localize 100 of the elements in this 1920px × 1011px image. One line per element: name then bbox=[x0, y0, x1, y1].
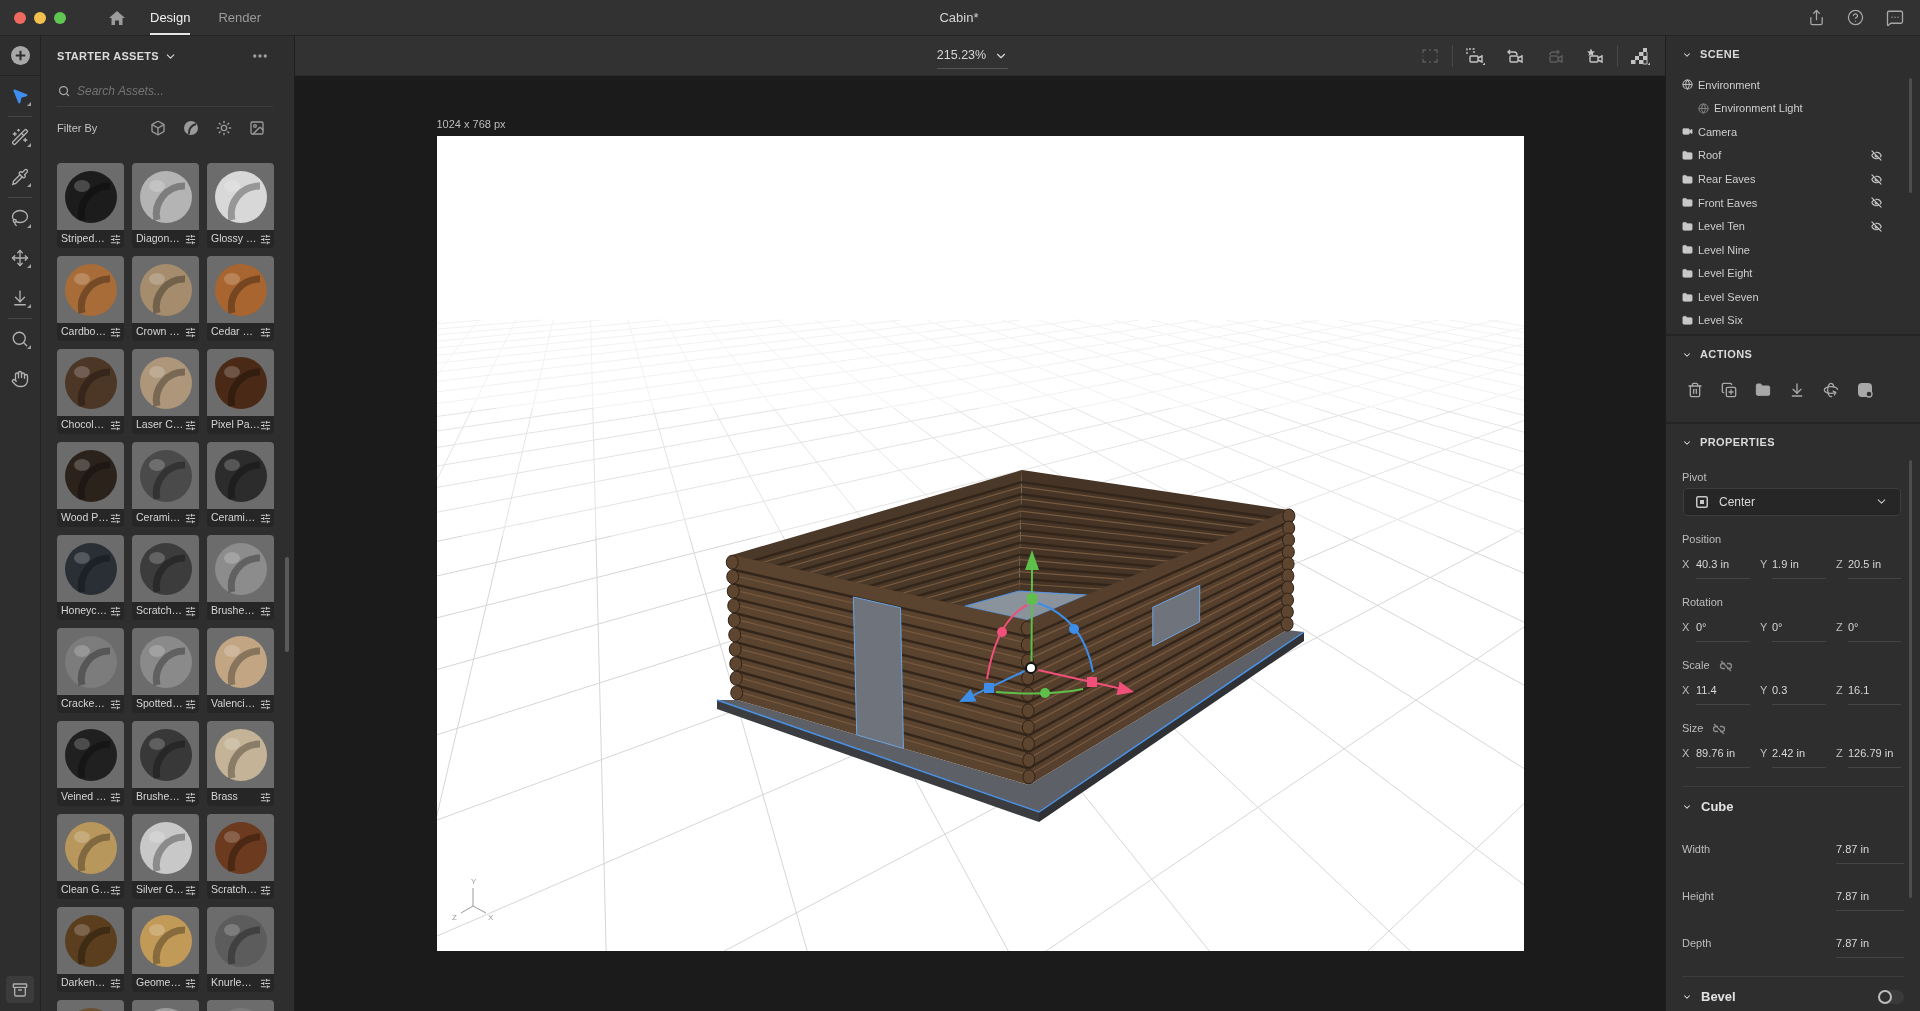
search-field[interactable]: Search Assets... bbox=[57, 76, 273, 107]
duplicate-icon[interactable] bbox=[1721, 381, 1737, 398]
asset-tile[interactable]: Pixel Pa… bbox=[207, 349, 274, 434]
arrow-down-icon[interactable] bbox=[11, 289, 29, 307]
sliders-icon[interactable] bbox=[110, 233, 121, 245]
asset-tile[interactable]: Cracke… bbox=[57, 628, 124, 713]
scrollbar-thumb[interactable] bbox=[285, 557, 289, 652]
scene-item[interactable]: Level Seven bbox=[1682, 285, 1904, 309]
asset-tile[interactable]: Brushe… bbox=[207, 535, 274, 620]
value-field[interactable]: 89.76 in bbox=[1696, 739, 1750, 768]
eye-off-icon[interactable] bbox=[1871, 173, 1882, 185]
magnifier-icon[interactable] bbox=[11, 330, 29, 348]
move-arrow[interactable] bbox=[1024, 550, 1039, 662]
section-header[interactable]: PROPERTIES bbox=[1682, 434, 1775, 451]
hand-icon[interactable] bbox=[11, 370, 29, 388]
minimize-button[interactable] bbox=[34, 11, 46, 24]
sliders-icon[interactable] bbox=[110, 791, 121, 803]
move-arrow[interactable] bbox=[1036, 669, 1134, 696]
asset-tile[interactable]: Cerami… bbox=[207, 442, 274, 527]
eye-off-icon[interactable] bbox=[1871, 197, 1882, 209]
floor-slab[interactable] bbox=[715, 630, 1305, 822]
sliders-icon[interactable] bbox=[260, 233, 271, 245]
add-icon[interactable] bbox=[10, 46, 30, 65]
value-field[interactable]: 16.1 bbox=[1848, 676, 1901, 705]
scrollbar-thumb[interactable] bbox=[1909, 78, 1912, 193]
sliders-icon[interactable] bbox=[185, 791, 196, 803]
asset-tile[interactable]: Honeyc… bbox=[57, 535, 124, 620]
close-button[interactable] bbox=[14, 11, 26, 24]
value-field[interactable]: 1.9 in bbox=[1772, 550, 1826, 579]
asset-tile[interactable]: Scratch… bbox=[132, 535, 199, 620]
rotation-arc[interactable] bbox=[985, 604, 1028, 680]
rotation-arc[interactable] bbox=[994, 688, 1084, 698]
value-field[interactable]: 0° bbox=[1696, 613, 1750, 642]
scene-item[interactable]: Environment bbox=[1682, 73, 1904, 97]
home-icon[interactable] bbox=[108, 9, 126, 26]
scene-item[interactable]: Roof bbox=[1682, 143, 1904, 168]
sliders-icon[interactable] bbox=[110, 698, 121, 710]
help-icon[interactable] bbox=[1847, 9, 1864, 26]
value-field[interactable]: 20.5 in bbox=[1848, 550, 1901, 579]
sliders-icon[interactable] bbox=[185, 698, 196, 710]
folder-icon[interactable] bbox=[1755, 381, 1771, 398]
asset-tile[interactable]: Diagon… bbox=[132, 163, 199, 248]
sliders-icon[interactable] bbox=[185, 605, 196, 617]
eyedropper-icon[interactable] bbox=[11, 168, 29, 186]
value-field[interactable]: 40.3 in bbox=[1696, 550, 1750, 579]
sliders-icon[interactable] bbox=[260, 419, 272, 431]
unlink-icon[interactable] bbox=[1712, 722, 1727, 735]
scene-item[interactable]: Camera bbox=[1682, 120, 1904, 144]
value-field[interactable]: 0° bbox=[1772, 613, 1826, 642]
sliders-icon[interactable] bbox=[185, 326, 196, 338]
scene-item[interactable]: Level Six bbox=[1682, 308, 1904, 333]
sphere-icon[interactable] bbox=[183, 120, 199, 136]
asset-tile[interactable]: Geome… bbox=[132, 907, 199, 992]
sliders-icon[interactable] bbox=[260, 698, 271, 710]
eye-off-icon[interactable] bbox=[1871, 150, 1882, 162]
zoom-dropdown[interactable]: 215.23% bbox=[936, 42, 1009, 69]
chat-icon[interactable] bbox=[1886, 8, 1904, 27]
sliders-icon[interactable] bbox=[260, 977, 271, 989]
value-field[interactable]: 7.87 in bbox=[1836, 882, 1904, 911]
sliders-icon[interactable] bbox=[110, 977, 121, 989]
asset-tile[interactable]: Chocol… bbox=[57, 349, 124, 434]
value-field[interactable]: 7.87 in bbox=[1836, 929, 1904, 958]
sliders-icon[interactable] bbox=[260, 605, 271, 617]
bevel-toggle[interactable] bbox=[1878, 989, 1904, 1004]
trash-icon[interactable] bbox=[1687, 381, 1703, 398]
value-field[interactable]: 7.87 in bbox=[1836, 835, 1904, 864]
move-icon[interactable] bbox=[11, 249, 29, 267]
archive-button[interactable] bbox=[6, 976, 34, 1003]
share-icon[interactable] bbox=[1808, 9, 1825, 26]
camera-frame-icon[interactable] bbox=[1465, 46, 1485, 65]
sliders-icon[interactable] bbox=[185, 977, 196, 989]
sliders-icon[interactable] bbox=[260, 791, 271, 803]
rotate-icon[interactable] bbox=[1823, 381, 1839, 398]
sliders-icon[interactable] bbox=[185, 419, 196, 431]
move-arrow[interactable] bbox=[958, 670, 1026, 702]
pivot-handle[interactable] bbox=[1024, 662, 1037, 674]
sliders-icon[interactable] bbox=[110, 326, 121, 338]
pivot-dropdown[interactable]: Center bbox=[1683, 487, 1901, 516]
scrollbar-thumb[interactable] bbox=[1909, 460, 1912, 898]
asset-tile[interactable]: Clean G… bbox=[57, 814, 124, 899]
pointer-icon[interactable] bbox=[11, 87, 29, 105]
sliders-icon[interactable] bbox=[110, 605, 121, 617]
value-field[interactable]: 0° bbox=[1848, 613, 1901, 642]
section-header[interactable]: Bevel bbox=[1682, 986, 1736, 1007]
asset-tile[interactable]: Silver G… bbox=[132, 814, 199, 899]
section-header[interactable]: ACTIONS bbox=[1682, 346, 1753, 363]
sliders-icon[interactable] bbox=[185, 512, 196, 524]
asset-tile[interactable]: Veined … bbox=[57, 721, 124, 806]
sliders-icon[interactable] bbox=[185, 884, 196, 896]
asset-tile[interactable]: Darken… bbox=[57, 907, 124, 992]
magic-wand-icon[interactable] bbox=[11, 128, 29, 146]
sliders-icon[interactable] bbox=[185, 233, 196, 245]
asset-tile[interactable]: Cardbo… bbox=[57, 256, 124, 341]
scene-item[interactable]: Level Nine bbox=[1682, 238, 1904, 262]
library-dropdown[interactable]: STARTER ASSETS bbox=[57, 47, 177, 65]
scene-item[interactable]: Level Ten bbox=[1682, 214, 1904, 239]
section-header[interactable]: SCENE bbox=[1682, 46, 1740, 63]
asset-tile[interactable]: Glossy … bbox=[207, 163, 274, 248]
unlink-icon[interactable] bbox=[1718, 659, 1733, 672]
value-field[interactable]: 0.3 bbox=[1772, 676, 1826, 705]
